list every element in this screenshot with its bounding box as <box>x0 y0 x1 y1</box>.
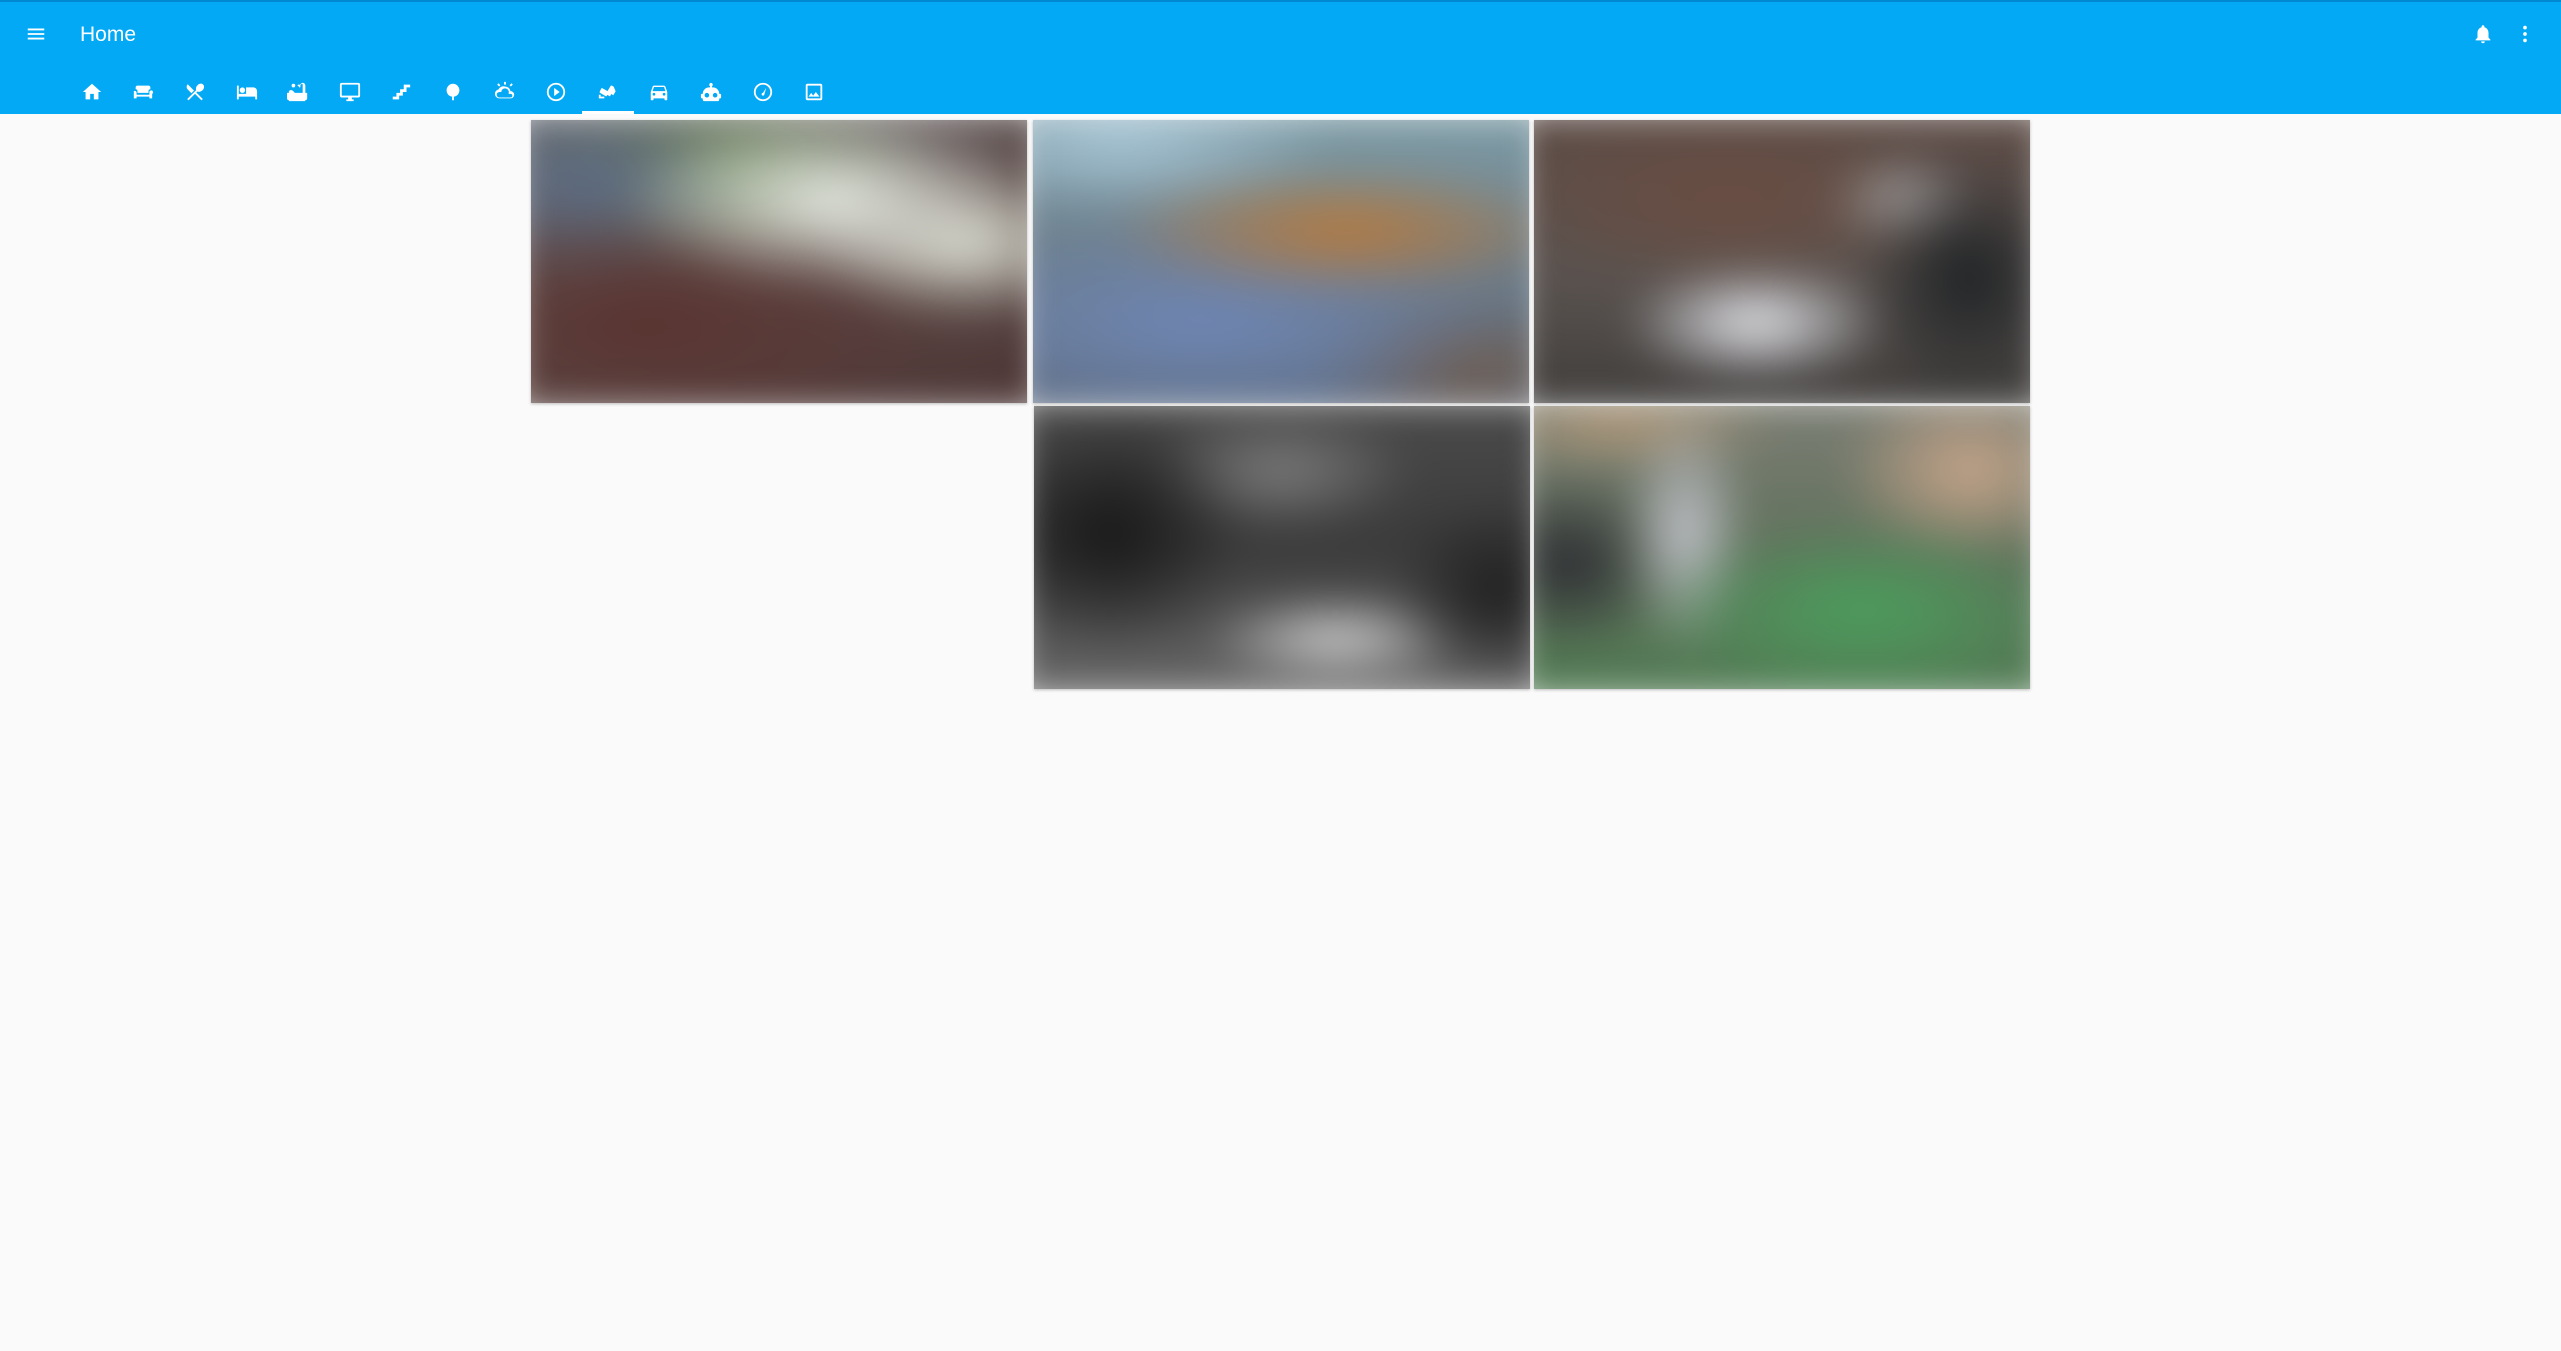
camera-feed-5[interactable] <box>1534 406 2030 689</box>
tab-garage[interactable] <box>634 70 686 114</box>
bed-icon <box>236 85 257 100</box>
bell-icon <box>2475 25 2491 44</box>
page-title: Home <box>80 23 137 46</box>
play-circle-icon <box>546 82 566 102</box>
tab-stairs[interactable] <box>376 70 428 114</box>
tab-bathroom[interactable] <box>272 70 324 114</box>
tab-living-room[interactable] <box>118 70 170 114</box>
tab-home[interactable] <box>66 70 118 114</box>
tab-energy[interactable] <box>737 70 789 114</box>
silverware-icon <box>186 83 205 101</box>
tab-cameras[interactable] <box>581 70 634 114</box>
tab-office[interactable] <box>324 70 376 114</box>
menu-icon <box>27 28 45 40</box>
dots-vertical-icon <box>2523 25 2527 43</box>
tab-automation[interactable] <box>685 70 737 114</box>
stairs-icon <box>393 84 411 100</box>
tab-media[interactable] <box>530 70 582 114</box>
view-tabs <box>66 70 840 116</box>
tab-weather[interactable] <box>479 70 531 114</box>
weather-icon <box>494 81 514 99</box>
desktop-icon <box>339 82 360 102</box>
camera-feed-2[interactable] <box>1033 120 1529 403</box>
sofa-icon <box>134 85 154 99</box>
menu-button[interactable] <box>20 18 52 50</box>
app-header: Home <box>0 0 2561 114</box>
overflow-menu-button[interactable] <box>2509 18 2541 50</box>
tab-garden[interactable] <box>427 70 479 114</box>
cctv-icon <box>598 85 616 99</box>
camera-feed-1[interactable] <box>531 120 1027 403</box>
speedometer-icon <box>753 82 772 102</box>
tab-kitchen[interactable] <box>169 70 221 114</box>
tree-icon <box>446 83 460 101</box>
robot-icon <box>700 82 722 102</box>
camera-feed-4[interactable] <box>1034 406 1530 689</box>
bathtub-icon <box>287 82 308 102</box>
tab-gallery[interactable] <box>788 70 840 114</box>
image-frame-icon <box>805 83 823 101</box>
home-icon <box>82 83 101 100</box>
camera-feed-3[interactable] <box>1534 120 2030 403</box>
notifications-button[interactable] <box>2467 18 2499 50</box>
car-icon <box>651 85 668 101</box>
tab-bedroom[interactable] <box>221 70 273 114</box>
